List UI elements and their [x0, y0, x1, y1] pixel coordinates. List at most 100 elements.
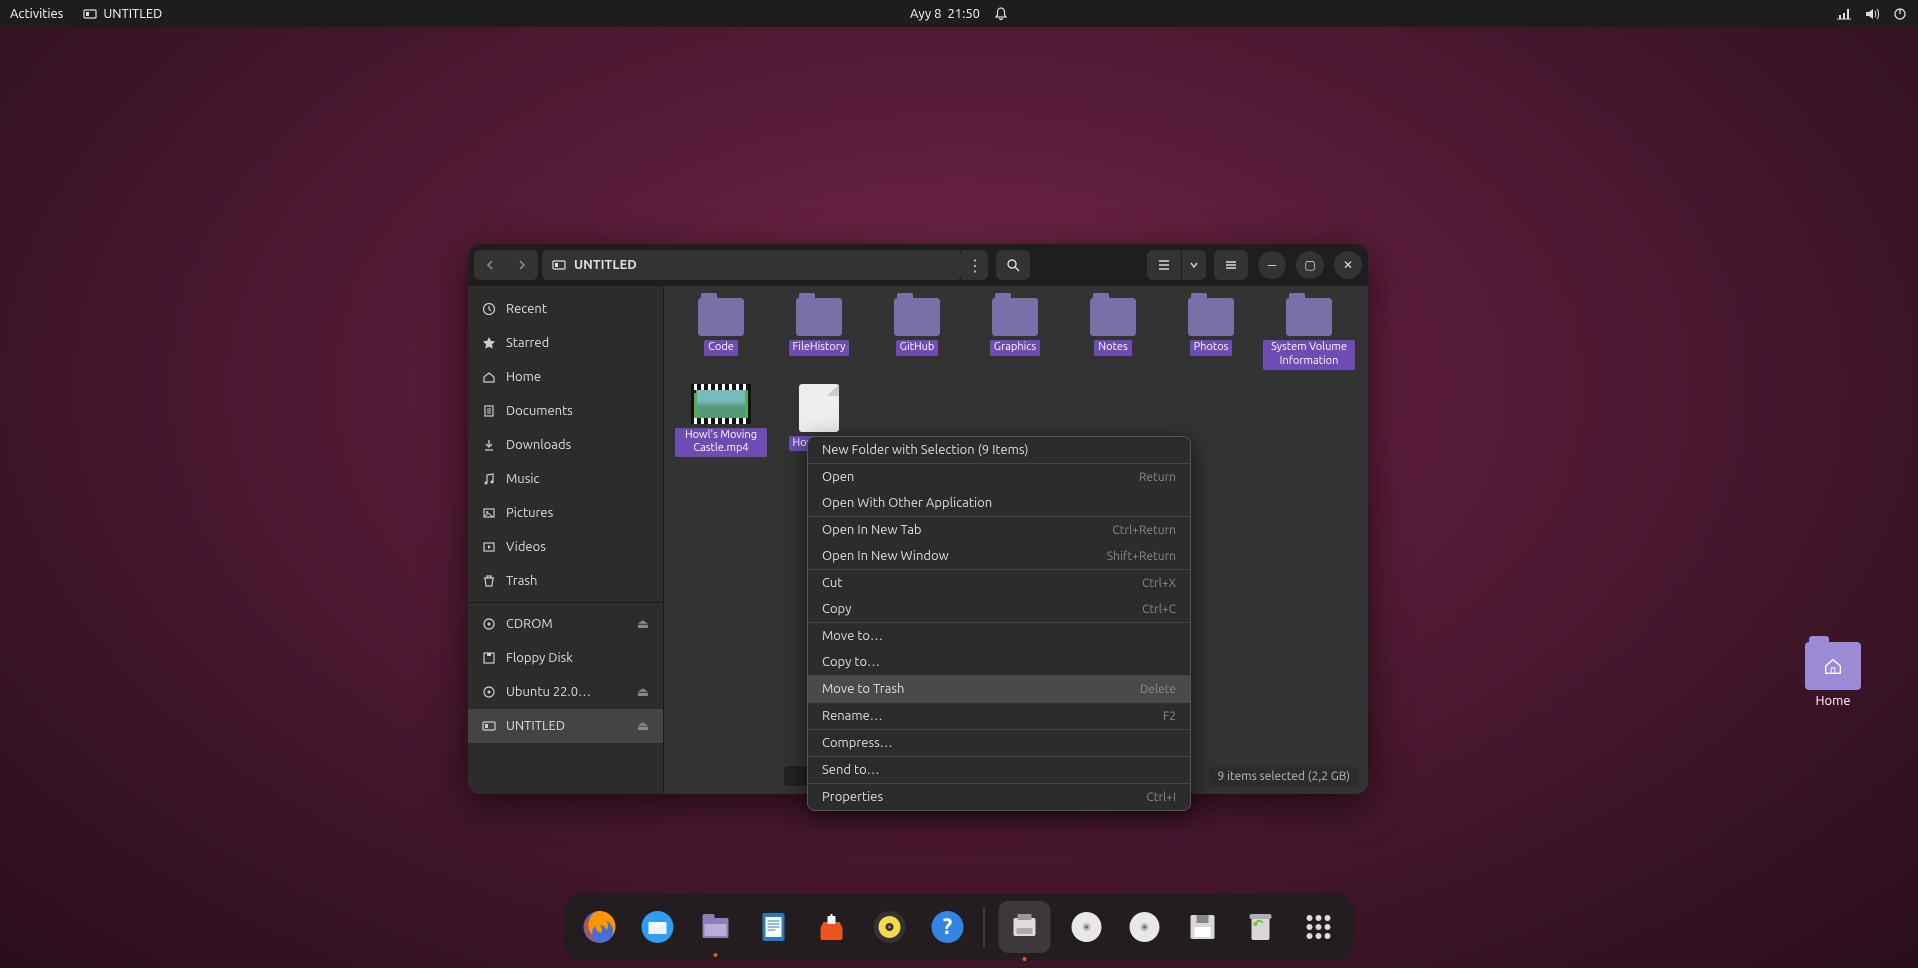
menu-shortcut: Ctrl+C — [1142, 603, 1176, 616]
dock-thunderbird[interactable] — [636, 905, 680, 949]
dock-disc-1[interactable] — [1065, 905, 1109, 949]
eject-icon[interactable]: ⏏ — [637, 685, 649, 700]
power-icon[interactable] — [1892, 6, 1908, 22]
volume-icon[interactable] — [1864, 6, 1880, 22]
sidebar-item-downloads[interactable]: Downloads — [468, 428, 663, 462]
back-button[interactable] — [474, 250, 506, 280]
file-icon — [799, 384, 839, 432]
home-icon — [482, 370, 496, 384]
activities-button[interactable]: Activities — [10, 7, 63, 21]
dock-trash[interactable] — [1239, 905, 1283, 949]
dock-usb-drive[interactable] — [999, 901, 1051, 953]
menu-item-move-to[interactable]: Move to… — [808, 623, 1190, 649]
search-button[interactable] — [996, 250, 1030, 280]
menu-item-open-in-new-window[interactable]: Open In New WindowShift+Return — [808, 543, 1190, 569]
sidebar-item-home[interactable]: Home — [468, 360, 663, 394]
dock-help[interactable]: ? — [926, 905, 970, 949]
maximize-button[interactable]: ▢ — [1296, 251, 1324, 279]
item-label: Photos — [1190, 340, 1233, 356]
sidebar-item-trash[interactable]: Trash — [468, 564, 663, 598]
dock: ? — [564, 894, 1355, 960]
status-text: 9 items selected (2,2 GB) — [1209, 767, 1358, 786]
dock-files[interactable] — [694, 905, 738, 949]
usb-icon — [482, 720, 496, 732]
sidebar-device-untitled[interactable]: UNTITLED⏏ — [468, 709, 663, 743]
dock-firefox[interactable] — [578, 905, 622, 949]
downloads-icon — [482, 438, 496, 452]
videos-icon — [482, 540, 496, 554]
menu-item-copy[interactable]: CopyCtrl+C — [808, 596, 1190, 622]
path-menu-button[interactable]: ⋮ — [962, 250, 988, 280]
file-item[interactable]: Photos — [1162, 298, 1260, 370]
file-item[interactable]: GitHub — [868, 298, 966, 370]
dock-disc-2[interactable] — [1123, 905, 1167, 949]
disc-icon — [482, 685, 496, 699]
dock-rhythmbox[interactable] — [868, 905, 912, 949]
sidebar-device-floppy-disk[interactable]: Floppy Disk — [468, 641, 663, 675]
menu-item-new-folder-with-selection-9-items[interactable]: New Folder with Selection (9 Items) — [808, 437, 1190, 463]
sidebar-device-ubuntu-22-0-[interactable]: Ubuntu 22.0…⏏ — [468, 675, 663, 709]
file-item[interactable]: System Volume Information — [1260, 298, 1358, 370]
sidebar-item-recent[interactable]: Recent — [468, 292, 663, 326]
menu-item-copy-to[interactable]: Copy to… — [808, 649, 1190, 675]
menu-item-label: Move to… — [822, 629, 883, 643]
app-menu[interactable]: UNTITLED — [83, 7, 162, 21]
network-icon[interactable] — [1836, 6, 1852, 22]
dock-floppy[interactable] — [1181, 905, 1225, 949]
sidebar-item-documents[interactable]: Documents — [468, 394, 663, 428]
menu-item-cut[interactable]: CutCtrl+X — [808, 570, 1190, 596]
sidebar-item-label: Trash — [506, 574, 537, 588]
item-label: Graphics — [990, 340, 1040, 356]
svg-text:?: ? — [943, 914, 953, 939]
star-icon — [482, 336, 496, 350]
file-item[interactable]: Code — [672, 298, 770, 370]
sidebar-item-label: Starred — [506, 336, 549, 350]
menu-item-open-in-new-tab[interactable]: Open In New TabCtrl+Return — [808, 517, 1190, 543]
minimize-button[interactable]: ─ — [1258, 251, 1286, 279]
desktop-home-folder[interactable]: Home — [1798, 642, 1868, 708]
file-item[interactable]: FileHistory — [770, 298, 868, 370]
menu-item-label: Properties — [822, 790, 883, 804]
menu-shortcut: Shift+Return — [1107, 550, 1176, 563]
sidebar-item-music[interactable]: Music — [468, 462, 663, 496]
sidebar-item-label: Home — [506, 370, 541, 384]
menu-item-open[interactable]: OpenReturn — [808, 464, 1190, 490]
clock-date[interactable]: Ауу 8 21:50 — [910, 7, 980, 21]
file-item[interactable]: Howl's Moving Castle.mp4 — [672, 384, 770, 458]
item-label: Code — [704, 340, 738, 356]
hamburger-menu-button[interactable] — [1214, 250, 1248, 280]
music-icon — [482, 472, 496, 486]
sidebar-item-label: CDROM — [506, 617, 553, 631]
sidebar-item-videos[interactable]: Videos — [468, 530, 663, 564]
eject-icon[interactable]: ⏏ — [637, 719, 649, 734]
path-bar[interactable]: UNTITLED — [542, 250, 962, 280]
eject-icon[interactable]: ⏏ — [637, 617, 649, 632]
dock-apps-grid[interactable] — [1297, 905, 1341, 949]
forward-button[interactable] — [506, 250, 538, 280]
sidebar-item-starred[interactable]: Starred — [468, 326, 663, 360]
notification-icon[interactable] — [994, 7, 1008, 21]
usb-icon — [83, 8, 97, 20]
menu-item-rename[interactable]: Rename…F2 — [808, 703, 1190, 729]
menu-item-move-to-trash[interactable]: Move to TrashDelete — [808, 676, 1190, 702]
sidebar-device-cdrom[interactable]: CDROM ⏏ — [468, 607, 663, 641]
desktop-icon-label: Home — [1815, 694, 1850, 708]
menu-item-compress[interactable]: Compress… — [808, 730, 1190, 756]
sidebar-item-pictures[interactable]: Pictures — [468, 496, 663, 530]
menu-item-open-with-other-application[interactable]: Open With Other Application — [808, 490, 1190, 516]
running-indicator — [714, 953, 718, 957]
file-item[interactable]: Notes — [1064, 298, 1162, 370]
view-dropdown-button[interactable] — [1182, 250, 1206, 280]
dock-software[interactable] — [810, 905, 854, 949]
file-item[interactable]: Graphics — [966, 298, 1064, 370]
sidebar: Recent Starred Home DocumentsDownloadsMusic… — [468, 286, 664, 794]
close-button[interactable]: ✕ — [1334, 251, 1362, 279]
disc-icon — [482, 617, 496, 631]
menu-item-send-to[interactable]: Send to… — [808, 757, 1190, 783]
menu-item-properties[interactable]: PropertiesCtrl+I — [808, 784, 1190, 810]
view-list-button[interactable] — [1147, 250, 1181, 280]
sidebar-item-label: Recent — [506, 302, 547, 316]
dock-writer[interactable] — [752, 905, 796, 949]
path-label: UNTITLED — [574, 258, 637, 272]
running-indicator — [1023, 957, 1027, 961]
